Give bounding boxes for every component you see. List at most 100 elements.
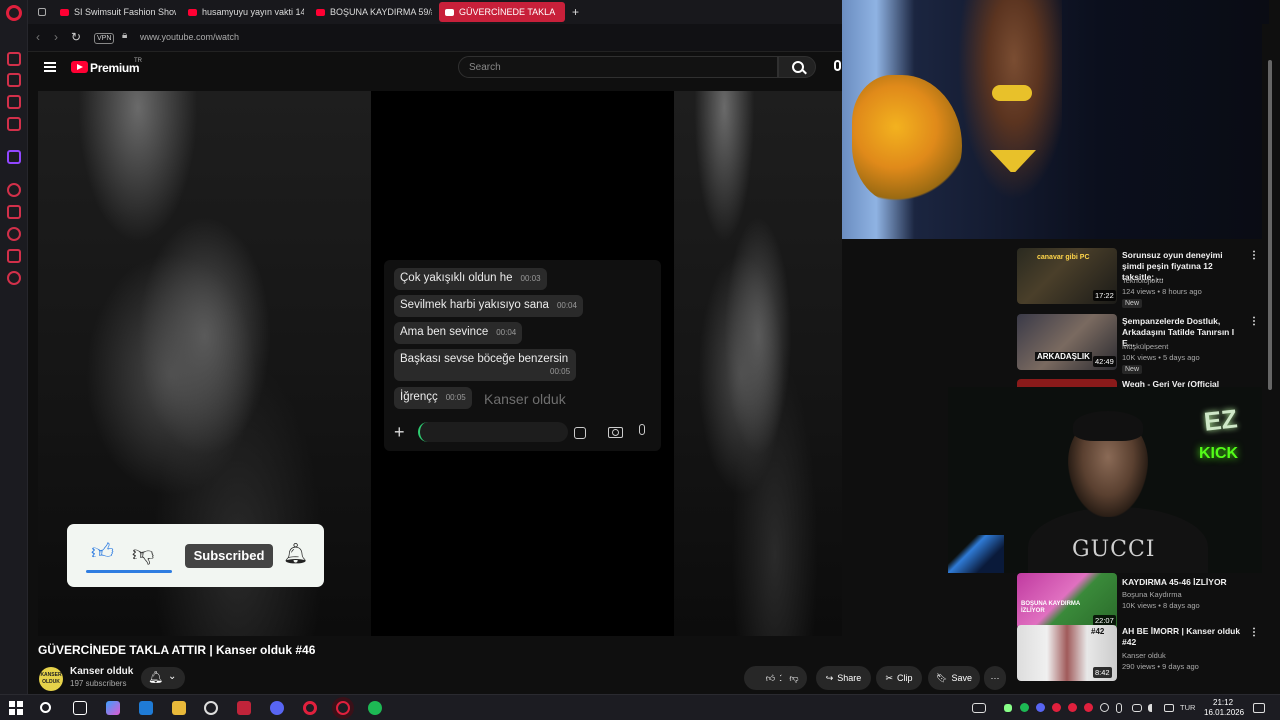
chat-screenshot: Çok yakışıklı oldun he 00:03 Sevilmek har… [384,260,661,451]
tab-si-swimsuit[interactable]: SI Swimsuit Fashion Show [54,2,176,22]
bag-icon[interactable] [7,73,21,87]
subscribe-overlay-card: 👍︎ 👎︎ Subscribed 🔔︎ [67,524,324,587]
bell-icon: 🔔︎ [148,670,164,684]
language-indicator[interactable]: TUR [1180,703,1195,712]
dislike-button[interactable]: 👎︎ [781,666,807,690]
video-thumbnail[interactable]: #42 8:42 [1017,625,1117,681]
hamburger-menu-icon[interactable] [44,62,56,72]
forward-icon[interactable]: › [54,30,58,44]
related-video-title[interactable]: KAYDIRMA 45-46 İZLİYOR [1122,577,1242,588]
neon-sign-bottom: KICK [1199,445,1239,462]
aria-icon[interactable] [7,52,21,66]
new-badge: New [1122,299,1143,308]
new-badge: New [1122,365,1143,374]
youtube-logo-icon[interactable] [71,61,88,73]
clock-time[interactable]: 21:12 [1213,698,1233,707]
search-input[interactable] [458,56,778,78]
video-title: GÜVERCİNEDE TAKLA ATTIR | Kanser olduk #… [38,643,316,657]
app-icon[interactable] [204,701,218,715]
spotify-tray-icon[interactable] [1020,703,1029,712]
message-input [418,422,568,442]
notifications-icon[interactable] [1253,703,1265,713]
windows-start-icon[interactable] [9,701,23,715]
search-icon[interactable] [40,702,51,713]
related-video-item[interactable]: BOŞUNA KAYDIRMA İZLİYOR 22:07 KAYDIRMA 4… [1017,573,1262,633]
extensions-icon[interactable] [7,249,21,263]
video-thumbnail[interactable] [1017,379,1117,387]
history-icon[interactable] [7,227,21,241]
battery-icon[interactable] [1164,704,1174,712]
picture-in-picture-video[interactable] [842,0,1269,239]
video-thumbnail[interactable]: BOŞUNA KAYDIRMA İZLİYOR 22:07 [1017,573,1117,629]
share-icon: ↪ [825,672,834,683]
app-tray-icon[interactable] [1052,703,1061,712]
kebab-menu-icon[interactable]: ⋮ [1249,627,1259,638]
app-tray-icon[interactable] [1084,703,1093,712]
voice-search-icon[interactable] [834,60,841,71]
workspaces-icon[interactable] [32,2,46,22]
task-view-icon[interactable] [73,701,87,715]
video-thumbnail[interactable]: ARKADAŞLIK 42:49 [1017,314,1117,370]
related-video-item[interactable]: Wegh - Geri Ver (Official Music [1017,379,1262,387]
chevron-down-icon: ⌄ [168,671,177,682]
copilot-icon[interactable] [106,701,120,715]
keyboard-icon[interactable] [972,703,986,713]
video-player[interactable]: Çok yakışıklı oldun he 00:03 Sevilmek har… [38,91,842,636]
scrollbar[interactable] [1268,60,1272,390]
opera-gx-icon[interactable] [303,701,317,715]
related-video-item[interactable]: ARKADAŞLIK 42:49 Şempanzelerde Dostluk, … [1017,314,1262,374]
url-field[interactable]: www.youtube.com/watch [140,32,239,42]
lock-icon[interactable]: 🔒︎ [122,30,127,41]
share-button[interactable]: ↪ Share [816,666,871,690]
voice-app-icon[interactable] [237,701,251,715]
player-icon[interactable] [7,183,21,197]
related-video-item[interactable]: #42 8:42 AH BE İMORR | Kanser olduk #42 … [1017,625,1262,685]
back-icon[interactable]: ‹ [36,30,40,44]
save-button[interactable]: 🔖︎ Save [928,666,980,690]
clock-date[interactable]: 16.01.2026 [1204,708,1244,717]
search-icon[interactable] [778,56,816,78]
address-bar: ‹ › ↻ VPN 🔒︎ www.youtube.com/watch [28,24,842,52]
tab-bosuna-kaydirma[interactable]: BOŞUNA KAYDIRMA 59/# [310,2,432,22]
more-actions-button[interactable]: ··· [984,666,1006,690]
related-channel: Kanser olduk [1122,651,1166,660]
messenger-icon[interactable] [7,95,21,109]
settings-icon[interactable] [7,271,21,285]
channel-avatar[interactable]: KANSER OLDUK [39,667,63,691]
speaker-tray-icon[interactable] [1148,704,1158,712]
channel-name[interactable]: Kanser olduk [70,666,133,677]
subscribe-notifications-button[interactable]: 🔔︎ ⌄ [141,667,185,689]
related-video-title[interactable]: AH BE İMORR | Kanser olduk #42 [1122,626,1242,648]
spotify-icon[interactable] [368,701,382,715]
opera-logo-icon[interactable] [6,5,22,21]
bookmarks-icon[interactable] [7,205,21,219]
file-explorer-icon[interactable] [172,701,186,715]
windows-taskbar: TUR 21:12 16.01.2026 [0,694,1280,720]
tray-icon[interactable] [1004,704,1012,712]
tab-husamyuyu[interactable]: husamyuyu yayın vakti 14 [182,2,304,22]
kebab-menu-icon[interactable]: ⋮ [1249,316,1259,327]
video-thumbnail[interactable]: canavar gibi PC 17:22 [1017,248,1117,304]
mail-icon[interactable] [139,701,153,715]
bikini-top [992,85,1032,101]
instagram-icon[interactable] [7,117,21,131]
discord-tray-icon[interactable] [1036,703,1045,712]
youtube-brand[interactable]: Premium [90,61,140,75]
opera-active-icon[interactable] [336,701,350,715]
related-video-item[interactable]: canavar gibi PC 17:22 Sorunsuz oyun dene… [1017,248,1262,308]
discord-icon[interactable] [270,701,284,715]
tab-guvercinede-takla[interactable]: GÜVERCİNEDE TAKLA [439,2,565,22]
network-icon[interactable] [1132,704,1142,712]
new-tab-button[interactable]: + [566,2,582,22]
youtube-favicon-icon [188,8,197,16]
clip-button[interactable]: ✂ Clip [876,666,922,690]
app-tray-icon[interactable] [1100,703,1109,712]
twitch-icon[interactable] [7,150,21,164]
related-video-title[interactable]: Wegh - Geri Ver (Official Music [1122,379,1242,387]
microphone-tray-icon[interactable] [1116,703,1122,713]
kebab-menu-icon[interactable]: ⋮ [1249,250,1259,261]
app-tray-icon[interactable] [1068,703,1077,712]
vpn-badge[interactable]: VPN [94,33,115,44]
reload-icon[interactable]: ↻ [71,30,81,44]
related-meta: 124 views • 8 hours ago [1122,287,1202,296]
